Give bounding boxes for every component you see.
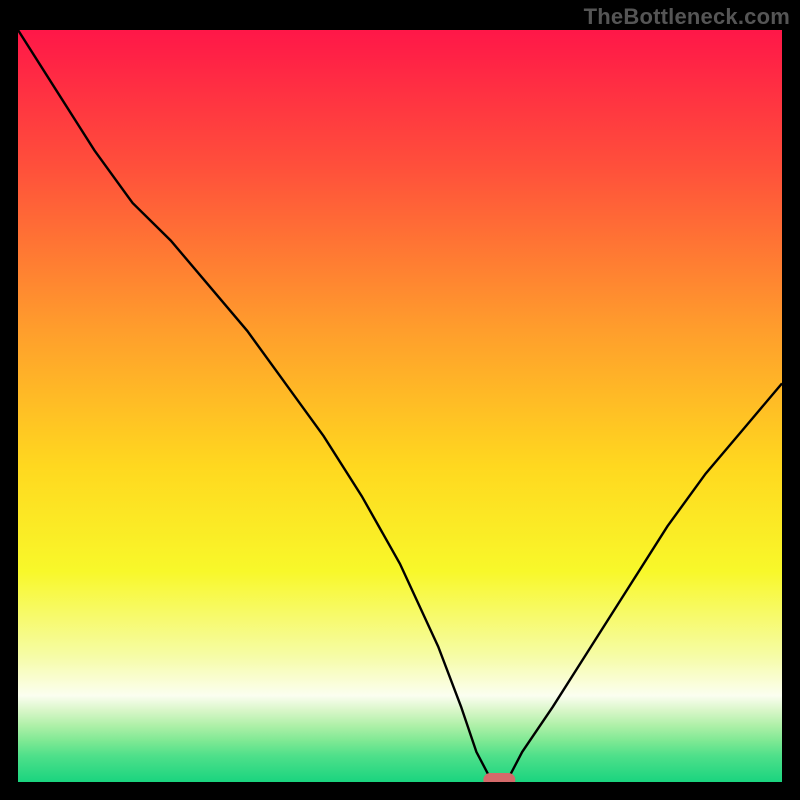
optimal-point-marker — [483, 773, 515, 782]
bottleneck-chart — [18, 30, 782, 782]
chart-frame: TheBottleneck.com — [0, 0, 800, 800]
plot-area — [18, 30, 782, 782]
gradient-background — [18, 30, 782, 782]
watermark-text: TheBottleneck.com — [584, 4, 790, 30]
